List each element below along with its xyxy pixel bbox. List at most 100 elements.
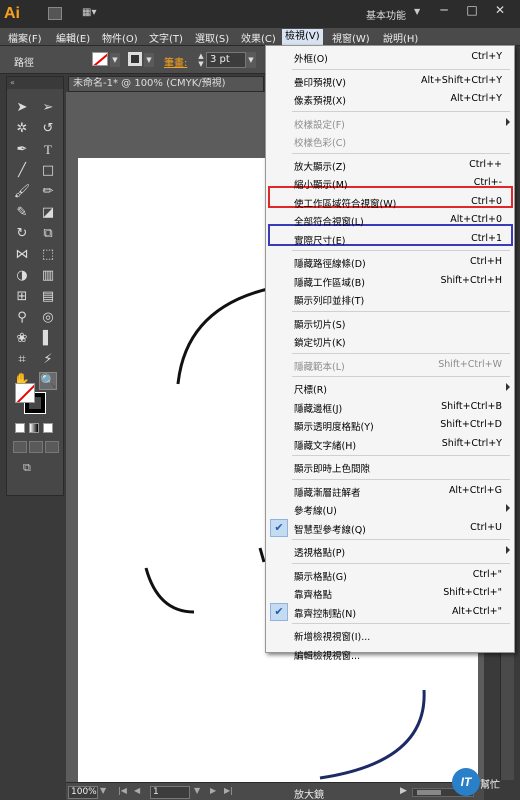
lasso-tool-icon[interactable]: ↺ xyxy=(39,120,57,138)
artboard-number-field[interactable]: 1 xyxy=(150,786,190,799)
bridge-icon[interactable] xyxy=(48,7,62,20)
stroke-swatch[interactable] xyxy=(128,52,142,66)
view-menu-item[interactable]: ✔ 智慧型參考線(Q) Ctrl+U xyxy=(266,518,514,537)
first-artboard-button[interactable]: |◀ xyxy=(118,786,127,795)
view-menu-item[interactable]: 顯示透明度格點(Y) Shift+Ctrl+D xyxy=(266,416,514,434)
view-menu-item[interactable]: 參考線(U) xyxy=(266,500,514,518)
gradient-tool-icon[interactable]: ▤ xyxy=(39,288,57,306)
view-menu-item[interactable]: 隱藏工作區域(B) Shift+Ctrl+H xyxy=(266,272,514,290)
magic-wand-tool-icon[interactable]: ✲ xyxy=(13,120,31,138)
symbol-sprayer-tool-icon[interactable]: ❀ xyxy=(13,330,31,348)
scale-tool-icon[interactable]: ⧉ xyxy=(39,225,57,243)
rotate-tool-icon[interactable]: ↻ xyxy=(13,225,31,243)
view-menu-item[interactable]: 顯示列印並排(T) xyxy=(266,290,514,308)
minimize-button[interactable]: ─ xyxy=(434,2,454,18)
last-artboard-button[interactable]: ▶| xyxy=(224,786,233,795)
stroke-weight-input[interactable]: 3 pt xyxy=(206,52,246,68)
view-menu-item[interactable]: 顯示即時上色間隙 xyxy=(266,458,514,476)
view-menu-item[interactable]: 鎖定切片(K) xyxy=(266,332,514,350)
menu-view[interactable]: 檢視(V) xyxy=(282,29,323,45)
menu-window[interactable]: 視窗(W) xyxy=(332,30,370,45)
type-tool-icon[interactable]: T xyxy=(39,141,57,159)
stroke-weight-dropdown[interactable]: ▼ xyxy=(246,52,256,68)
view-menu-item[interactable]: 放大顯示(Z) Ctrl++ xyxy=(266,156,514,174)
blend-tool-icon[interactable]: ◎ xyxy=(39,309,57,327)
menu-help[interactable]: 說明(H) xyxy=(383,30,418,45)
view-menu-item[interactable]: 隱藏邊框(J) Shift+Ctrl+B xyxy=(266,398,514,416)
restore-button[interactable]: □ xyxy=(462,2,482,18)
previous-artboard-button[interactable]: ◀ xyxy=(134,786,140,795)
artboard-dropdown[interactable]: ▼ xyxy=(194,786,200,795)
scrollbar-thumb[interactable] xyxy=(417,790,441,795)
shape-builder-tool-icon[interactable]: ◑ xyxy=(13,267,31,285)
menu-edit[interactable]: 編輯(E) xyxy=(56,30,90,45)
menu-object[interactable]: 物件(O) xyxy=(102,30,138,45)
draw-normal-button[interactable] xyxy=(13,441,27,453)
paintbrush-tool-icon[interactable]: 🖌 xyxy=(13,183,31,201)
stroke-panel-link[interactable]: 筆畫: xyxy=(164,54,187,69)
view-menu-item[interactable]: 外框(O) Ctrl+Y xyxy=(266,48,514,66)
view-menu-item[interactable]: 全部符合視窗(L) Alt+Ctrl+0 xyxy=(266,211,514,229)
mesh-tool-icon[interactable]: ⊞ xyxy=(13,288,31,306)
view-menu-item[interactable]: 編輯檢視視窗... xyxy=(266,645,514,663)
slice-tool-icon[interactable]: ⚡ xyxy=(39,351,57,369)
selection-tool-icon[interactable]: ➤ xyxy=(13,99,31,117)
view-menu-item[interactable]: 透視格點(P) xyxy=(266,542,514,560)
tools-panel-header[interactable]: « xyxy=(7,77,63,89)
view-menu-item[interactable]: 使工作區域符合視窗(W) Ctrl+0 xyxy=(266,193,514,211)
fill-swatch[interactable] xyxy=(92,52,108,66)
close-button[interactable]: ✕ xyxy=(490,2,510,18)
view-menu-item[interactable]: 像素預視(X) Alt+Ctrl+Y xyxy=(266,90,514,108)
view-menu-item[interactable]: 靠齊格點 Shift+Ctrl+" xyxy=(266,584,514,602)
document-tab[interactable]: 未命名-1* @ 100% (CMYK/預視) xyxy=(68,76,264,92)
menu-type[interactable]: 文字(T) xyxy=(149,30,183,45)
status-menu-arrow[interactable]: ▶ xyxy=(400,786,407,796)
workspace-switcher[interactable]: 基本功能 xyxy=(366,7,406,22)
free-transform-tool-icon[interactable]: ⬚ xyxy=(39,246,57,264)
view-menu-item[interactable]: 隱藏漸層註解者 Alt+Ctrl+G xyxy=(266,482,514,500)
gradient-mode-button[interactable] xyxy=(29,423,39,433)
view-menu-item[interactable]: 顯示切片(S) xyxy=(266,314,514,332)
direct-selection-tool-icon[interactable]: ➢ xyxy=(39,99,57,117)
fill-dropdown[interactable]: ▼ xyxy=(110,53,120,67)
vertical-scrollbar[interactable] xyxy=(500,650,514,780)
zoom-level-field[interactable]: 100% xyxy=(68,786,98,799)
rectangle-tool-icon[interactable]: □ xyxy=(39,162,57,180)
view-menu-item[interactable]: 新增檢視視窗(I)... xyxy=(266,626,514,644)
column-graph-tool-icon[interactable]: ▌ xyxy=(39,330,57,348)
artboard-tool-icon[interactable]: ⌗ xyxy=(13,351,31,369)
view-menu-item[interactable]: ✔ 靠齊控制點(N) Alt+Ctrl+" xyxy=(266,602,514,621)
eraser-tool-icon[interactable]: ◪ xyxy=(39,204,57,222)
pencil-tool-icon[interactable]: ✏ xyxy=(39,183,57,201)
line-segment-tool-icon[interactable]: ╱ xyxy=(13,162,31,180)
view-menu-item[interactable]: 隱藏路徑線條(D) Ctrl+H xyxy=(266,253,514,271)
blob-brush-tool-icon[interactable]: ✎ xyxy=(13,204,31,222)
arrange-documents-icon[interactable]: ▦▾ xyxy=(82,7,106,20)
view-menu-item[interactable]: 隱藏文字緒(H) Shift+Ctrl+Y xyxy=(266,435,514,453)
eyedropper-tool-icon[interactable]: ⚲ xyxy=(13,309,31,327)
stroke-color-dropdown[interactable]: ▼ xyxy=(144,53,154,67)
color-mode-button[interactable] xyxy=(15,423,25,433)
view-menu-item[interactable]: 顯示格點(G) Ctrl+" xyxy=(266,566,514,584)
draw-inside-button[interactable] xyxy=(45,441,59,453)
perspective-grid-tool-icon[interactable]: ▥ xyxy=(39,267,57,285)
screen-mode-icon[interactable]: ⧉ xyxy=(23,461,45,475)
menu-select[interactable]: 選取(S) xyxy=(195,30,229,45)
view-menu-item[interactable]: 縮小顯示(M) Ctrl+- xyxy=(266,174,514,192)
zoom-dropdown[interactable]: ▼ xyxy=(100,786,106,795)
next-artboard-button[interactable]: ▶ xyxy=(210,786,216,795)
view-menu-item[interactable]: 疊印預視(V) Alt+Shift+Ctrl+Y xyxy=(266,72,514,90)
view-menu-item[interactable]: 實際尺寸(E) Ctrl+1 xyxy=(266,230,514,248)
menu-effect[interactable]: 效果(C) xyxy=(241,30,276,45)
zoom-tool-icon[interactable]: 🔍 xyxy=(39,372,57,390)
view-menu-item[interactable]: 尺標(R) xyxy=(266,379,514,397)
chevron-down-icon[interactable]: ▼ xyxy=(414,7,420,16)
pen-tool-icon[interactable]: ✒ xyxy=(13,141,31,159)
menu-file[interactable]: 檔案(F) xyxy=(8,30,42,45)
width-tool-icon[interactable]: ⋈ xyxy=(13,246,31,264)
stroke-weight-stepper[interactable]: ▲ ▼ xyxy=(196,52,206,68)
fill-color-swatch[interactable] xyxy=(15,383,35,403)
menu-item-label: 顯示列印並排(T) xyxy=(294,296,365,307)
draw-behind-button[interactable] xyxy=(29,441,43,453)
none-mode-button[interactable] xyxy=(43,423,53,433)
